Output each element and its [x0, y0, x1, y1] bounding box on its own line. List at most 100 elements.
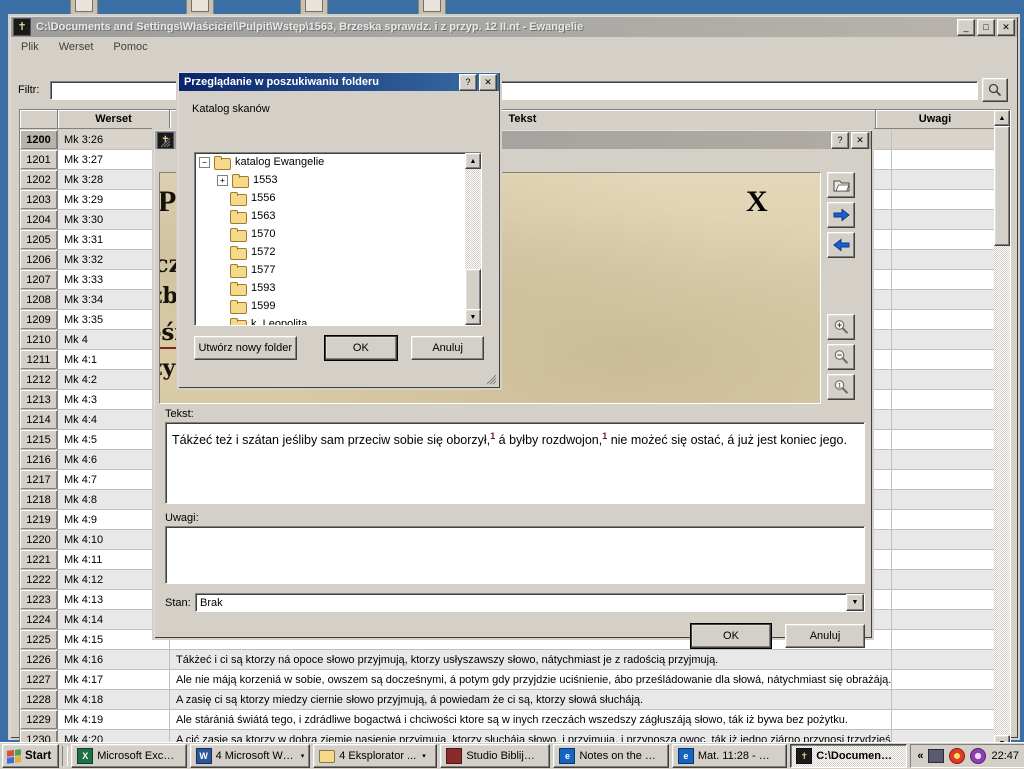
taskbar-task[interactable]: eNotes on the Se...	[553, 744, 669, 768]
tree-node[interactable]: 1563	[195, 207, 481, 225]
tray-expand-icon[interactable]: «	[917, 750, 923, 762]
tree-expander-spacer	[217, 302, 226, 311]
row-tekst: Ale nie máją korzeniá w sobie, owszem są…	[170, 670, 892, 689]
tree-node[interactable]: 1570	[195, 225, 481, 243]
table-row[interactable]: 1226 Mk 4:16 Tákżeć i ci są ktorzy ná opoc…	[20, 650, 1010, 670]
help-button[interactable]: ?	[459, 73, 477, 91]
tree-node[interactable]: 1593	[195, 279, 481, 297]
scan-heading-right: X	[746, 185, 768, 218]
minimize-button[interactable]: _	[957, 18, 975, 36]
tree-node[interactable]: − katalog Ewangelie	[195, 153, 481, 171]
desktop-icon[interactable]	[70, 0, 98, 14]
table-row[interactable]: 1228 Mk 4:18 A zasię ci są ktorzy miedzy c…	[20, 690, 1010, 710]
tree-node[interactable]: 1572	[195, 243, 481, 261]
grid-header-werset[interactable]: Werset	[58, 110, 170, 129]
menu-item-pomoc[interactable]: Pomoc	[110, 40, 150, 54]
start-button[interactable]: Start	[2, 744, 60, 768]
tree-node-label: 1553	[253, 174, 278, 186]
network-icon[interactable]	[928, 749, 945, 763]
row-id: 1226	[20, 650, 58, 669]
chevron-down-icon[interactable]: ▾	[301, 752, 305, 760]
browse-cancel-button[interactable]: Anuluj	[411, 336, 484, 360]
taskbar-task[interactable]: Studio Biblijne dl...	[440, 744, 551, 768]
row-uwagi	[892, 230, 1010, 249]
browse-ok-button[interactable]: OK	[324, 336, 398, 360]
browse-dialog-title-bar[interactable]: Przeglądanie w poszukiwaniu folderu ? ✕	[179, 73, 499, 91]
search-button[interactable]	[982, 78, 1008, 102]
tree-node[interactable]: 1599	[195, 297, 481, 315]
tree-node-label: 1577	[251, 264, 276, 276]
row-id: 1219	[20, 510, 58, 529]
taskbar-task[interactable]: XMicrosoft Excel ...	[71, 744, 187, 768]
scroll-up-button[interactable]: ▲	[994, 110, 1010, 126]
grid-vertical-scrollbar[interactable]: ▲ ▼	[994, 110, 1010, 751]
create-new-folder-button[interactable]: Utwórz nowy folder	[194, 336, 297, 360]
desktop-icon[interactable]	[418, 0, 446, 14]
tree-node[interactable]: 1577	[195, 261, 481, 279]
arrow-right-icon[interactable]	[827, 202, 855, 228]
tree-expander-icon[interactable]: +	[217, 174, 228, 186]
row-id: 1209	[20, 310, 58, 329]
zoom-in-icon[interactable]	[827, 314, 855, 340]
scan-ok-button[interactable]: OK	[691, 624, 771, 648]
scroll-up-button[interactable]: ▲	[465, 153, 481, 169]
tree-node[interactable]: +1553	[195, 171, 481, 189]
resize-grip[interactable]	[486, 374, 497, 385]
arrow-left-icon[interactable]	[827, 232, 855, 258]
close-button[interactable]: ✕	[479, 73, 497, 91]
taskbar: Start XMicrosoft Excel ...W4 Microsoft W…	[0, 742, 1024, 769]
close-button[interactable]: ✕	[997, 18, 1015, 36]
table-row[interactable]: 1227 Mk 4:17 Ale nie máją korzeniá w sobie…	[20, 670, 1010, 690]
chevron-down-icon[interactable]: ▾	[422, 752, 426, 760]
window-title-bar[interactable]: ✝ C:\Documents and Settings\Właściciel\P…	[11, 17, 1017, 37]
tree-node[interactable]: 1556	[195, 189, 481, 207]
taskbar-task[interactable]: W4 Microsoft Word ▾	[189, 744, 311, 768]
zoom-out-icon[interactable]	[827, 344, 855, 370]
close-button[interactable]: ✕	[851, 131, 869, 149]
scrollbar-thumb[interactable]	[994, 126, 1010, 246]
resize-grip[interactable]	[160, 137, 171, 148]
row-id: 1205	[20, 230, 58, 249]
tree-vertical-scrollbar[interactable]: ▲ ▼	[465, 153, 481, 325]
menu-item-plik[interactable]: Plik	[18, 40, 42, 54]
row-id: 1227	[20, 670, 58, 689]
book-icon	[446, 748, 463, 764]
help-button[interactable]: ?	[831, 131, 849, 149]
tekst-textarea[interactable]: Tákżeć też i szátan jeśliby sam przeciw …	[165, 422, 865, 504]
row-uwagi	[892, 270, 1010, 289]
uwagi-textarea[interactable]	[165, 526, 865, 584]
scrollbar-track[interactable]	[465, 169, 481, 317]
open-folder-icon[interactable]	[827, 172, 855, 198]
row-uwagi	[892, 450, 1010, 469]
scan-cancel-button[interactable]: Anuluj	[785, 624, 865, 648]
desktop-icon[interactable]	[300, 0, 328, 14]
tree-expander-spacer	[217, 212, 226, 221]
menu-item-werset[interactable]: Werset	[56, 40, 97, 54]
zoom-actual-icon[interactable]: 1	[827, 374, 855, 400]
taskbar-task-label: C:\Documents...	[816, 750, 896, 762]
maximize-button[interactable]: □	[977, 18, 995, 36]
row-uwagi	[892, 470, 1010, 489]
folder-tree[interactable]: − katalog Ewangelie +1553 1556 1563 1570 1572 1…	[194, 152, 482, 326]
grid-header-id[interactable]	[20, 110, 58, 129]
taskbar-task[interactable]: ✝ C:\Documents...	[790, 744, 908, 768]
tree-expander-icon[interactable]: −	[199, 156, 210, 168]
table-row[interactable]: 1229 Mk 4:19 Ale stárániá świátá tego, i z…	[20, 710, 1010, 730]
chevron-down-icon[interactable]: ▼	[846, 594, 864, 611]
scrollbar-track[interactable]	[994, 126, 1010, 735]
taskbar-task[interactable]: e Mat. 11:28 - No...	[671, 744, 788, 768]
tree-node[interactable]: k. Leopolita	[195, 315, 481, 325]
clock[interactable]: 22:47	[991, 750, 1019, 762]
stan-combobox[interactable]: Brak ▼	[195, 593, 865, 612]
antivirus-icon[interactable]	[949, 748, 966, 764]
row-id: 1218	[20, 490, 58, 509]
folder-icon	[230, 299, 247, 314]
system-tray: « 22:47	[910, 744, 1024, 768]
row-id: 1216	[20, 450, 58, 469]
scroll-down-button[interactable]: ▼	[465, 309, 481, 325]
row-werset: Mk 4:18	[58, 690, 170, 709]
media-icon[interactable]	[970, 748, 987, 764]
taskbar-task[interactable]: 4 Eksplorator ... ▾	[313, 744, 438, 768]
desktop-icon[interactable]	[186, 0, 214, 14]
grid-header-uwagi[interactable]: Uwagi	[876, 110, 994, 129]
